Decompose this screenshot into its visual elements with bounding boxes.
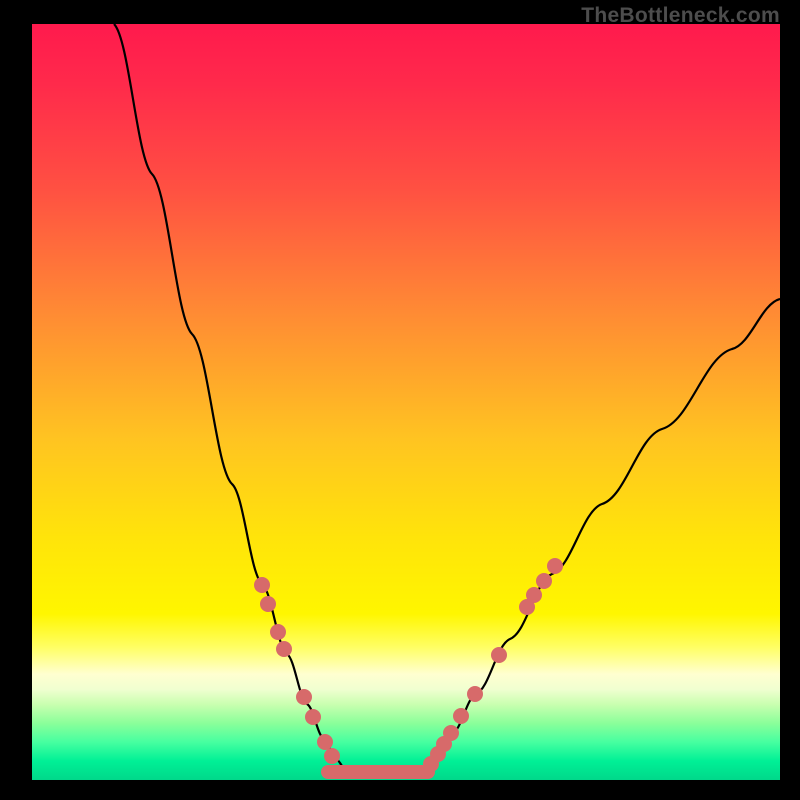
data-dot bbox=[324, 748, 340, 764]
data-dot bbox=[260, 596, 276, 612]
watermark-text: TheBottleneck.com bbox=[581, 4, 780, 28]
data-dot bbox=[467, 686, 483, 702]
chart-frame: TheBottleneck.com bbox=[0, 0, 800, 800]
data-dot bbox=[536, 573, 552, 589]
data-dot bbox=[443, 725, 459, 741]
plot-area bbox=[32, 24, 780, 780]
data-dot bbox=[526, 587, 542, 603]
data-dot bbox=[276, 641, 292, 657]
data-dot bbox=[254, 577, 270, 593]
data-dot bbox=[547, 558, 563, 574]
data-dot bbox=[317, 734, 333, 750]
left-curve bbox=[114, 24, 346, 770]
data-dot bbox=[453, 708, 469, 724]
data-dot bbox=[296, 689, 312, 705]
dots-left bbox=[254, 577, 340, 764]
data-dot bbox=[491, 647, 507, 663]
data-dot bbox=[270, 624, 286, 640]
data-dot bbox=[305, 709, 321, 725]
chart-svg bbox=[32, 24, 780, 780]
